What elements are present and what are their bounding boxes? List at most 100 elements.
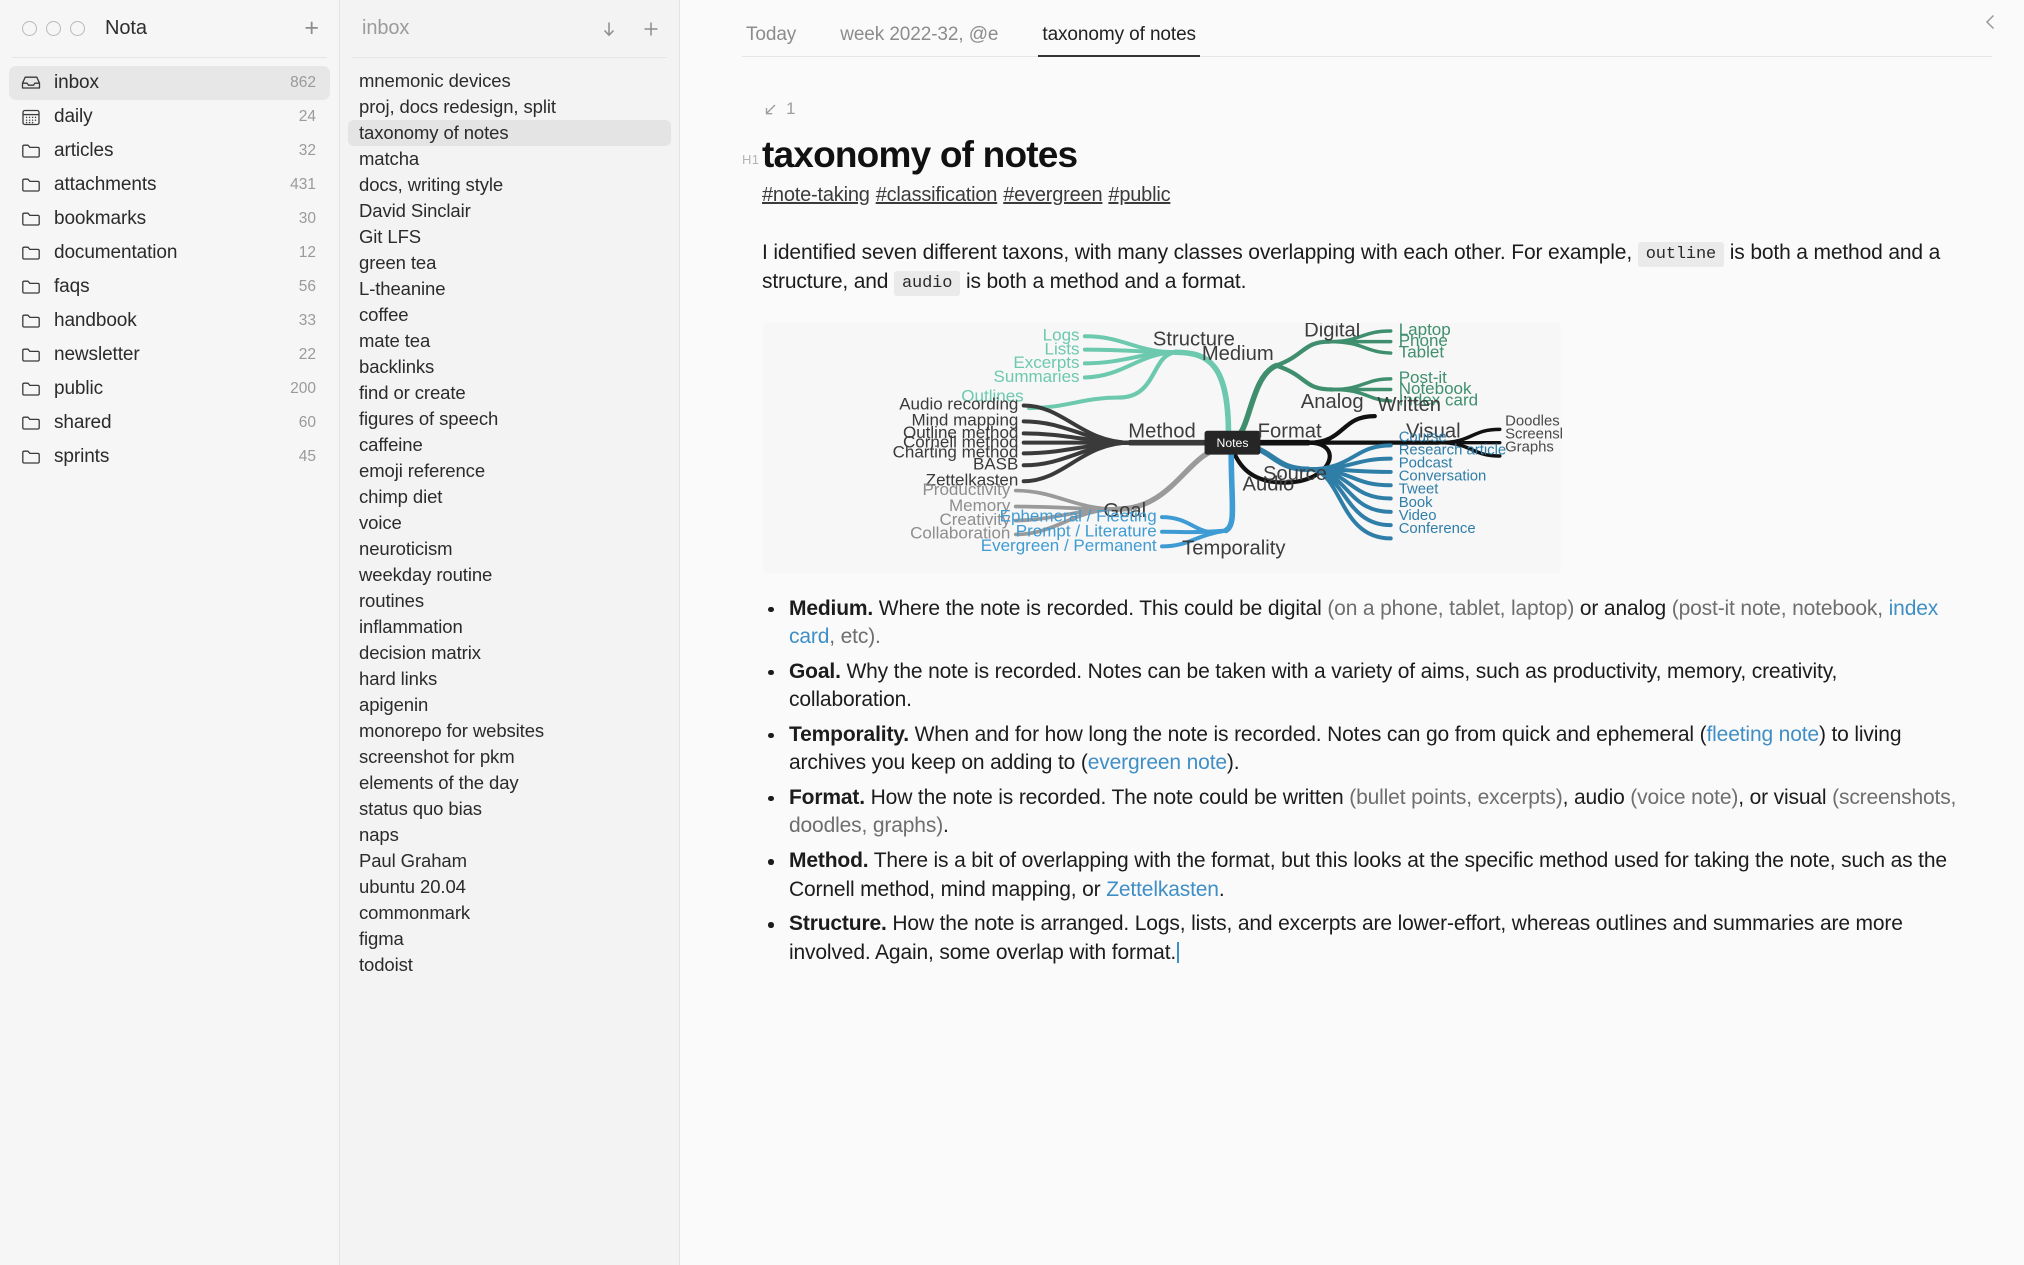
list-item[interactable]: Goal. Why the note is recorded. Notes ca…: [764, 658, 1964, 715]
tab-taxonomy-of-notes[interactable]: taxonomy of notes: [1038, 24, 1200, 57]
list-item[interactable]: elements of the day: [348, 770, 671, 796]
list-item[interactable]: Temporality. When and for how long the n…: [764, 721, 1964, 778]
list-item[interactable]: routines: [348, 588, 671, 614]
list-item[interactable]: find or create: [348, 380, 671, 406]
taxon-description: (on a phone, tablet, laptop): [1327, 596, 1575, 620]
list-item[interactable]: voice: [348, 510, 671, 536]
sidebar-item-handbook[interactable]: handbook 33: [9, 304, 330, 338]
sidebar-item-newsletter[interactable]: newsletter 22: [9, 338, 330, 372]
list-item[interactable]: inflammation: [348, 614, 671, 640]
list-item[interactable]: ubuntu 20.04: [348, 874, 671, 900]
inline-link[interactable]: fleeting note: [1706, 723, 1819, 746]
note-list-items: mnemonic devices proj, docs redesign, spl…: [340, 58, 679, 978]
list-item[interactable]: decision matrix: [348, 640, 671, 666]
list-item[interactable]: monorepo for websites: [348, 718, 671, 744]
list-item[interactable]: naps: [348, 822, 671, 848]
sidebar-item-sprints[interactable]: sprints 45: [9, 440, 330, 474]
folder-icon: [20, 310, 42, 332]
intro-paragraph[interactable]: I identified seven different taxons, wit…: [762, 239, 1964, 297]
sidebar-item-attachments[interactable]: attachments 431: [9, 168, 330, 202]
list-item[interactable]: figures of speech: [348, 406, 671, 432]
list-item[interactable]: screenshot for pkm: [348, 744, 671, 770]
list-item[interactable]: commonmark: [348, 900, 671, 926]
list-item[interactable]: Git LFS: [348, 224, 671, 250]
tag-link[interactable]: #evergreen: [1003, 184, 1102, 206]
list-item[interactable]: Format. How the note is recorded. The no…: [764, 784, 1964, 841]
list-item[interactable]: proj, docs redesign, split: [348, 94, 671, 120]
list-item[interactable]: matcha: [348, 146, 671, 172]
sidebar-item-public[interactable]: public 200: [9, 372, 330, 406]
list-item[interactable]: caffeine: [348, 432, 671, 458]
arrow-down-icon[interactable]: [599, 19, 619, 39]
sidebar-item-count: 22: [298, 346, 316, 363]
window-zoom-button[interactable]: [70, 21, 85, 36]
list-item[interactable]: docs, writing style: [348, 172, 671, 198]
list-item[interactable]: emoji reference: [348, 458, 671, 484]
list-item[interactable]: mnemonic devices: [348, 68, 671, 94]
sidebar-item-label: inbox: [54, 72, 99, 93]
note-list-actions: [599, 19, 661, 39]
sidebar-item-articles[interactable]: articles 32: [9, 134, 330, 168]
list-item[interactable]: David Sinclair: [348, 198, 671, 224]
list-item[interactable]: Structure. How the note is arranged. Log…: [764, 910, 1964, 967]
list-item[interactable]: backlinks: [348, 354, 671, 380]
app-title: Nota: [105, 17, 147, 39]
window-minimize-button[interactable]: [46, 21, 61, 36]
new-note-button[interactable]: +: [304, 16, 319, 41]
folder-icon: [20, 378, 42, 400]
tag-link[interactable]: #public: [1108, 184, 1170, 206]
editor-panel: Today week 2022-32, @e taxonomy of notes 1…: [680, 0, 2024, 1265]
list-item[interactable]: mate tea: [348, 328, 671, 354]
sidebar-item-daily[interactable]: daily 24: [9, 100, 330, 134]
sidebar-item-inbox[interactable]: inbox 862: [9, 66, 330, 100]
list-item[interactable]: Paul Graham: [348, 848, 671, 874]
list-item[interactable]: Medium. Where the note is recorded. This…: [764, 595, 1964, 652]
svg-text:Tablet: Tablet: [1399, 342, 1445, 361]
tab-week-2022-32-e[interactable]: week 2022-32, @e: [836, 24, 1002, 57]
sidebar-item-label: newsletter: [54, 344, 140, 365]
list-item[interactable]: chimp diet: [348, 484, 671, 510]
list-item[interactable]: green tea: [348, 250, 671, 276]
sidebar-item-label: documentation: [54, 242, 178, 263]
list-item[interactable]: taxonomy of notes: [348, 120, 671, 146]
sidebar-item-bookmarks[interactable]: bookmarks 30: [9, 202, 330, 236]
sidebar-header: Nota +: [0, 0, 339, 57]
list-item[interactable]: figma: [348, 926, 671, 952]
list-item[interactable]: Method. There is a bit of overlapping wi…: [764, 847, 1964, 904]
list-item[interactable]: coffee: [348, 302, 671, 328]
sidebar-item-label: shared: [54, 412, 112, 433]
list-item[interactable]: hard links: [348, 666, 671, 692]
list-item[interactable]: status quo bias: [348, 796, 671, 822]
folder-icon: [20, 412, 42, 434]
folder-icon: [20, 242, 42, 264]
inline-link[interactable]: evergreen note: [1088, 751, 1227, 774]
page-title[interactable]: taxonomy of notes: [762, 134, 1078, 176]
tab-today[interactable]: Today: [742, 24, 800, 57]
list-item[interactable]: neuroticism: [348, 536, 671, 562]
svg-text:Digital: Digital: [1304, 323, 1360, 341]
list-item[interactable]: todoist: [348, 952, 671, 978]
tag-link[interactable]: #classification: [876, 184, 998, 206]
arrow-down-left-icon: [765, 104, 776, 114]
list-item[interactable]: weekday routine: [348, 562, 671, 588]
plus-icon[interactable]: [641, 19, 661, 39]
window-close-button[interactable]: [22, 21, 37, 36]
list-item[interactable]: L-theanine: [348, 276, 671, 302]
taxon-description: , etc).: [829, 625, 881, 649]
backlink-indicator[interactable]: 1: [762, 99, 795, 119]
taxon-description: How the note is recorded. The note could…: [864, 785, 1350, 809]
sidebar-item-documentation[interactable]: documentation 12: [9, 236, 330, 270]
sidebar-item-label: articles: [54, 140, 114, 161]
taxon-description: ).: [1226, 751, 1240, 775]
tag-link[interactable]: #note-taking: [762, 184, 870, 206]
taxon-description: , or visual: [1738, 785, 1833, 809]
sidebar-item-shared[interactable]: shared 60: [9, 406, 330, 440]
sidebar-item-faqs[interactable]: faqs 56: [9, 270, 330, 304]
inbox-icon: [20, 72, 42, 94]
folder-icon: [20, 276, 42, 298]
chevron-left-icon[interactable]: [1980, 11, 2002, 33]
svg-text:Medium: Medium: [1202, 343, 1274, 365]
list-item[interactable]: apigenin: [348, 692, 671, 718]
sidebar-item-label: daily: [54, 106, 93, 127]
inline-link[interactable]: Zettelkasten: [1106, 878, 1219, 901]
